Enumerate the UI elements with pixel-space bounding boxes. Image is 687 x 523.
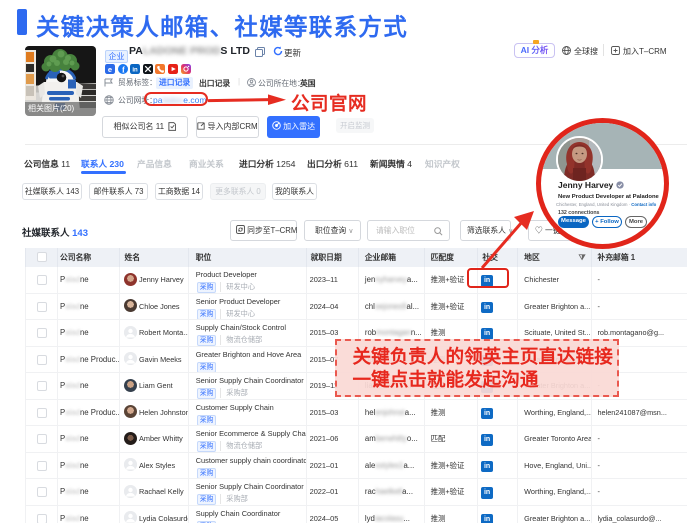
svg-text:in: in xyxy=(133,68,139,74)
svg-text:f: f xyxy=(122,66,125,74)
svg-text:e: e xyxy=(108,65,112,74)
